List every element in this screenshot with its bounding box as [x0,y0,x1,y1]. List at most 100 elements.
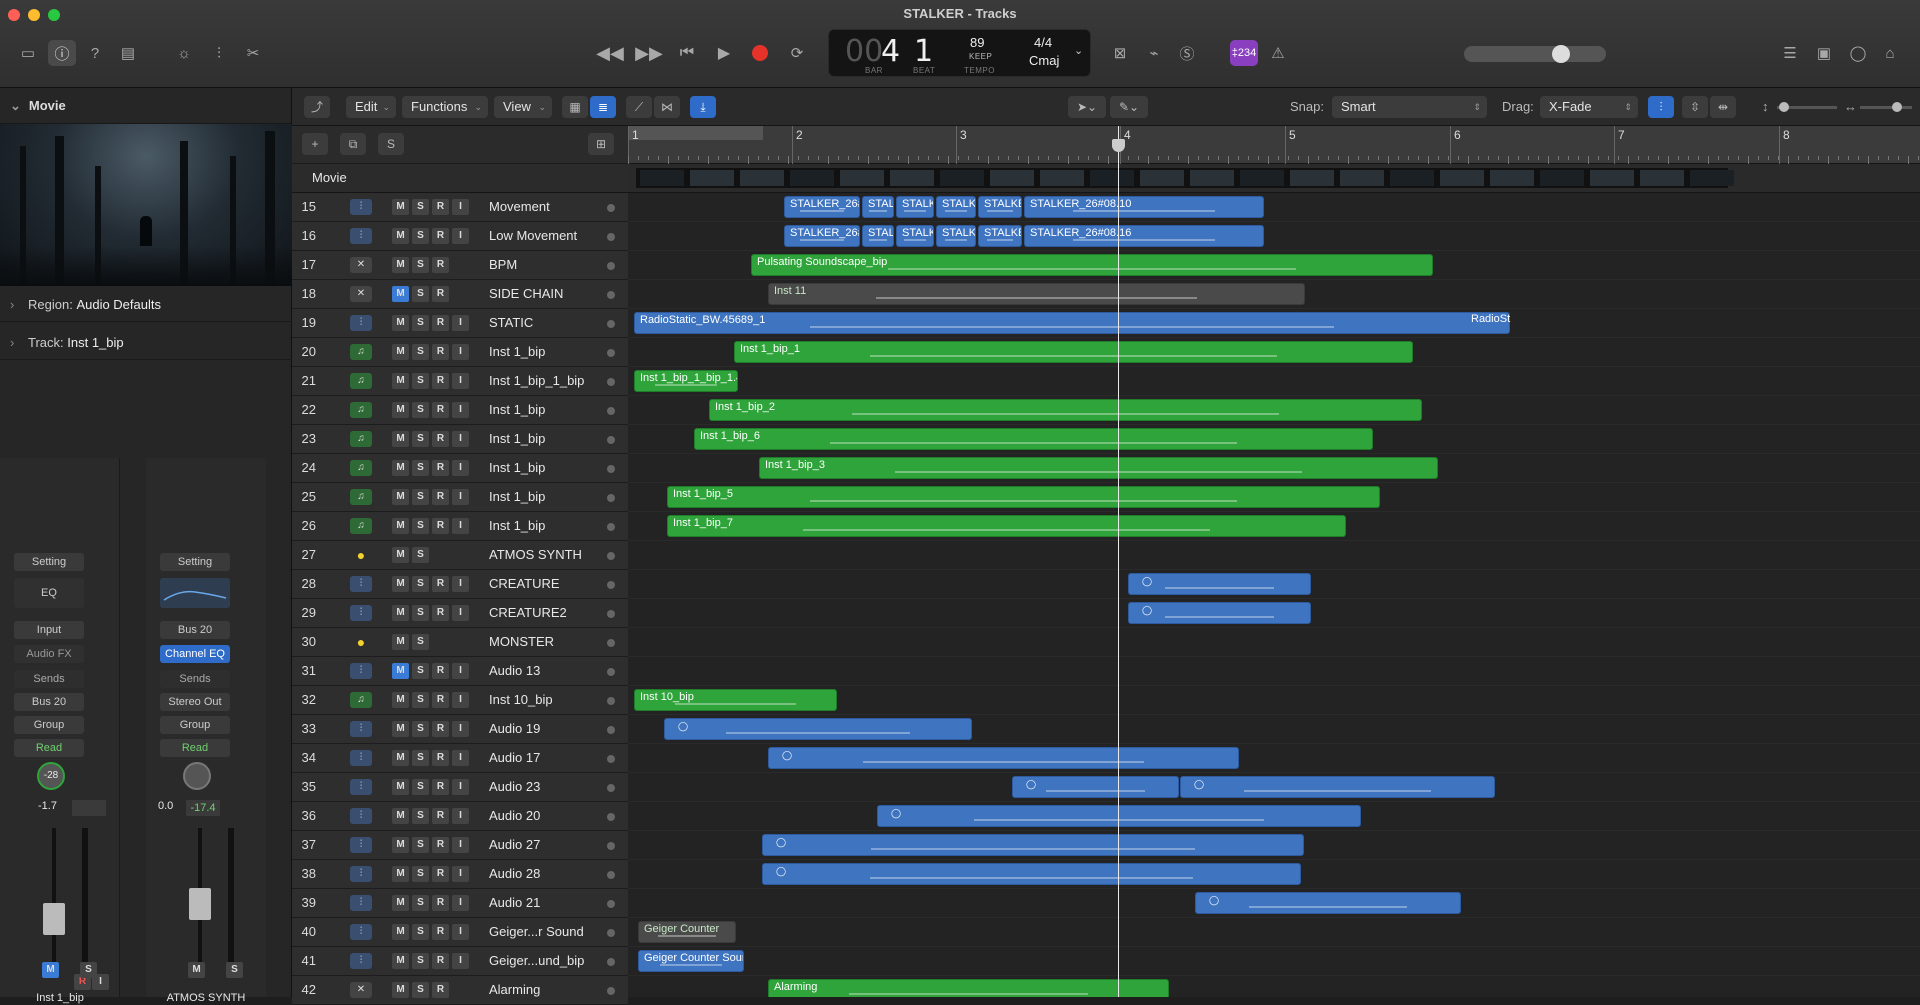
region[interactable]: Inst 1_bip_7 [667,515,1346,537]
record-enable-button[interactable]: R [432,373,449,389]
region[interactable]: ◯ [1128,602,1311,624]
global-solo-button[interactable]: S [378,133,404,155]
lcd-time-signature[interactable]: 4/4 [1034,35,1052,50]
region[interactable]: ◯ [762,863,1301,885]
solo-button[interactable]: S [412,866,429,882]
master-volume-knob[interactable] [1552,45,1570,63]
audio-track-icon[interactable]: ⫶ [350,866,372,882]
master-volume-slider[interactable] [1464,45,1606,63]
record-enable-button[interactable]: R [432,431,449,447]
input-monitor-button[interactable]: I [452,576,469,592]
automation-mode-button[interactable]: Read [160,739,230,757]
movie-track-header[interactable]: Movie [292,164,628,193]
mute-button[interactable]: M [392,257,409,273]
record-dot[interactable] [607,407,615,415]
output-button[interactable]: Bus 20 [14,693,84,711]
input-monitor-button[interactable]: I [452,895,469,911]
audio-track-icon[interactable]: ⫶ [350,315,372,331]
track-name[interactable]: Inst 1_bip [489,518,545,533]
track-name[interactable]: Audio 23 [489,779,540,794]
input-monitor-button[interactable]: I [452,344,469,360]
track-lane[interactable] [628,657,1920,686]
waveform-zoom-icon[interactable]: ⫶ [1648,96,1674,118]
edit-menu[interactable]: Edit ⌄ [346,96,396,118]
input-monitor-button[interactable]: I [452,808,469,824]
record-enable-button[interactable]: R [432,489,449,505]
lcd-chevron-down-icon[interactable]: ⌄ [1074,44,1083,57]
vertical-fit-icon[interactable]: ⇳ [1682,96,1708,118]
solo-button[interactable]: S [412,315,429,331]
input-monitor-button[interactable]: I [452,199,469,215]
inst-track-icon[interactable]: ♫ [350,692,372,708]
record-enable-button[interactable]: R [432,750,449,766]
setting-button[interactable]: Setting [14,553,84,571]
track-lane[interactable] [628,541,1920,570]
solo-button[interactable]: S [412,489,429,505]
aux-track-icon[interactable]: ● [350,547,372,563]
mute-button[interactable]: M [42,962,59,978]
track-row[interactable]: 26 ♫ M S R I Inst 1_bip [292,512,628,541]
input-monitor-button[interactable]: I [452,779,469,795]
track-row[interactable]: 20 ♫ M S R I Inst 1_bip [292,338,628,367]
region[interactable]: Inst 1_bip_6 [694,428,1373,450]
mute-button[interactable]: M [392,837,409,853]
region[interactable]: Geiger Counter Sound_ [638,950,744,972]
solo-button[interactable]: S [412,373,429,389]
solo-button[interactable]: S [412,750,429,766]
record-enable-button[interactable]: R [432,286,449,302]
cycle-icon[interactable]: ⟳ [783,40,811,66]
list-view-icon[interactable]: ≣ [590,96,616,118]
view-menu[interactable]: View ⌄ [494,96,552,118]
track-name[interactable]: Audio 17 [489,750,540,765]
track-name[interactable]: Geiger...r Sound [489,924,584,939]
record-dot[interactable] [607,581,615,589]
track-name[interactable]: Audio 27 [489,837,540,852]
record-dot[interactable] [607,958,615,966]
count-in-badge[interactable]: ‡234 [1230,40,1258,66]
track-lane[interactable] [628,628,1920,657]
solo-button[interactable]: S [412,982,429,998]
drag-select[interactable]: X-Fade ⇕ [1540,96,1638,118]
region[interactable]: ◯ [1180,776,1495,798]
record-dot[interactable] [607,436,615,444]
solo-button[interactable]: S [412,924,429,940]
audio-track-icon[interactable]: ⫶ [350,924,372,940]
output-button[interactable]: Stereo Out [160,693,230,711]
region[interactable]: ◯ [768,747,1239,769]
loop-browser-icon[interactable]: ◯ [1844,40,1872,66]
pointer-tool-icon[interactable]: ➤⌄ [1068,96,1106,118]
volume-fader-handle[interactable] [189,888,211,920]
mute-button[interactable]: M [392,750,409,766]
playhead[interactable] [1112,126,1125,997]
solo-button[interactable]: S [412,895,429,911]
track-name[interactable]: Inst 1_bip [489,402,545,417]
bar-ruler[interactable]: 1 2 3 4 5 6 7 8 [628,126,1920,164]
mute-button[interactable]: M [392,634,409,650]
record-dot[interactable] [607,610,615,618]
record-dot[interactable] [607,262,615,270]
record-dot[interactable] [607,755,615,763]
solo-button[interactable]: S [412,547,429,563]
solo-button[interactable]: S [412,460,429,476]
mute-button[interactable]: M [392,605,409,621]
eq-curve-display[interactable] [160,578,230,608]
region[interactable]: Inst 1_bip_2 [709,399,1422,421]
record-enable-button[interactable]: R [432,953,449,969]
editors-icon[interactable]: ✂ [239,40,267,66]
mute-button[interactable]: M [188,962,205,978]
volume-fader-handle[interactable] [43,903,65,935]
solo-button[interactable]: S [412,257,429,273]
record-enable-button[interactable]: R [432,576,449,592]
region[interactable]: STALKER_26#0 [784,196,860,218]
group-button[interactable]: Group [160,716,230,734]
audio-track-icon[interactable]: ⫶ [350,779,372,795]
input-monitor-button[interactable]: I [452,518,469,534]
drum-track-icon[interactable]: ✕ [350,257,372,273]
toolbar-icon[interactable]: ▤ [114,40,142,66]
solo-button[interactable]: S [412,953,429,969]
input-monitor-button[interactable]: I [452,373,469,389]
track-row[interactable]: 33 ⫶ M S R I Audio 19 [292,715,628,744]
track-name[interactable]: Audio 21 [489,895,540,910]
drum-track-icon[interactable]: ✕ [350,982,372,998]
inst-track-icon[interactable]: ♫ [350,518,372,534]
